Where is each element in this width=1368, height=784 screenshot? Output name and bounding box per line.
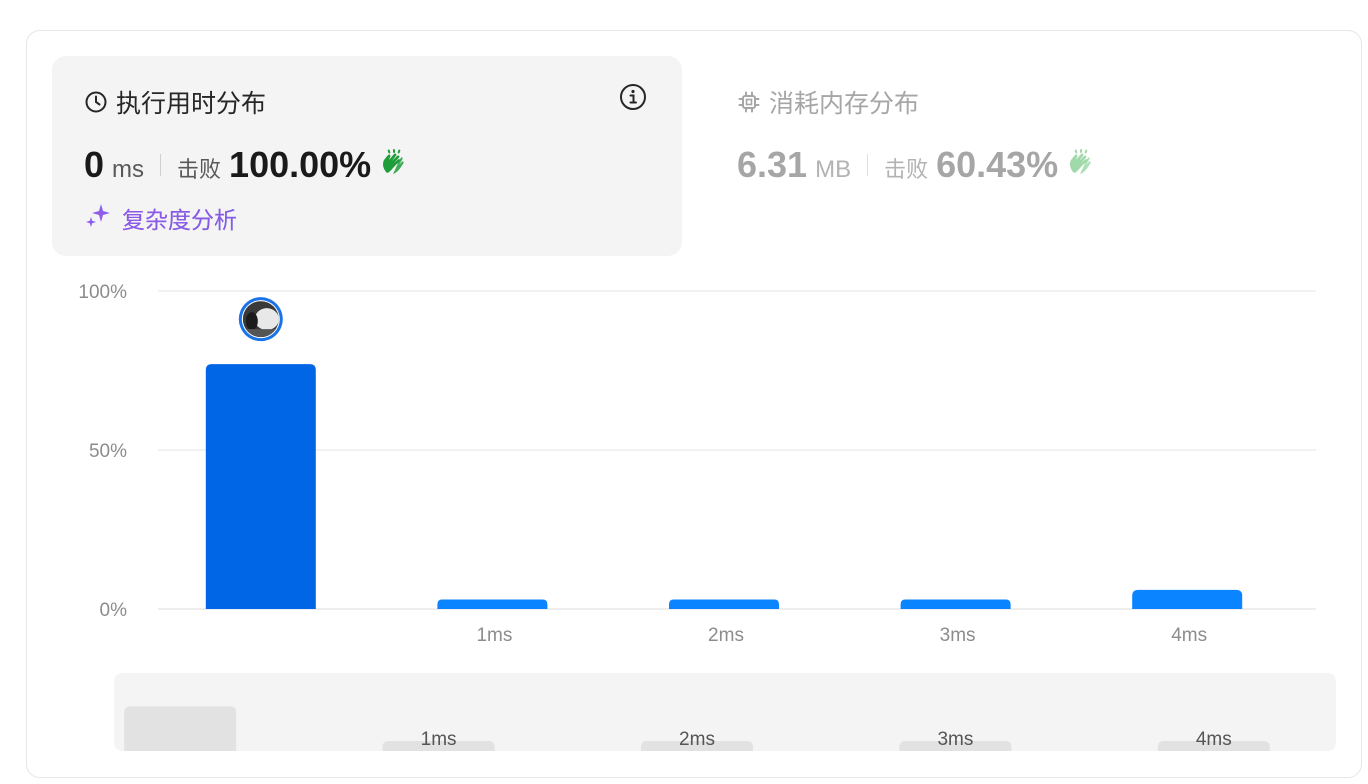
navigator-tick-label: 1ms <box>421 729 457 750</box>
bar[interactable] <box>900 599 1011 609</box>
bar[interactable] <box>1132 589 1243 609</box>
user-avatar[interactable] <box>238 297 283 342</box>
y-tick-label: 0% <box>100 600 128 621</box>
runtime-bar-chart: 100% 50% 0% 1ms 2ms 3ms 4ms <box>78 282 1316 646</box>
runtime-distribution-card: 执行用时分布 0 ms 击败 100.00% 复杂度分析 消耗内存分布 6.31… <box>26 30 1362 778</box>
bar[interactable] <box>205 364 316 609</box>
y-tick-label: 100% <box>78 282 127 303</box>
chart-range-navigator[interactable]: 1ms 2ms 3ms 4ms <box>114 673 1336 751</box>
x-tick-label: 1ms <box>476 625 512 646</box>
navigator-bar <box>124 706 237 751</box>
navigator-chart: 1ms 2ms 3ms 4ms <box>124 706 1270 751</box>
x-tick-label: 3ms <box>940 625 976 646</box>
x-tick-label: 2ms <box>708 625 744 646</box>
y-tick-label: 50% <box>89 441 127 462</box>
x-tick-label: 4ms <box>1171 625 1207 646</box>
navigator-tick-label: 2ms <box>679 729 715 750</box>
navigator-tick-label: 3ms <box>937 729 973 750</box>
bar[interactable] <box>437 599 548 609</box>
navigator-tick-label: 4ms <box>1196 729 1232 750</box>
bar[interactable] <box>669 599 779 609</box>
